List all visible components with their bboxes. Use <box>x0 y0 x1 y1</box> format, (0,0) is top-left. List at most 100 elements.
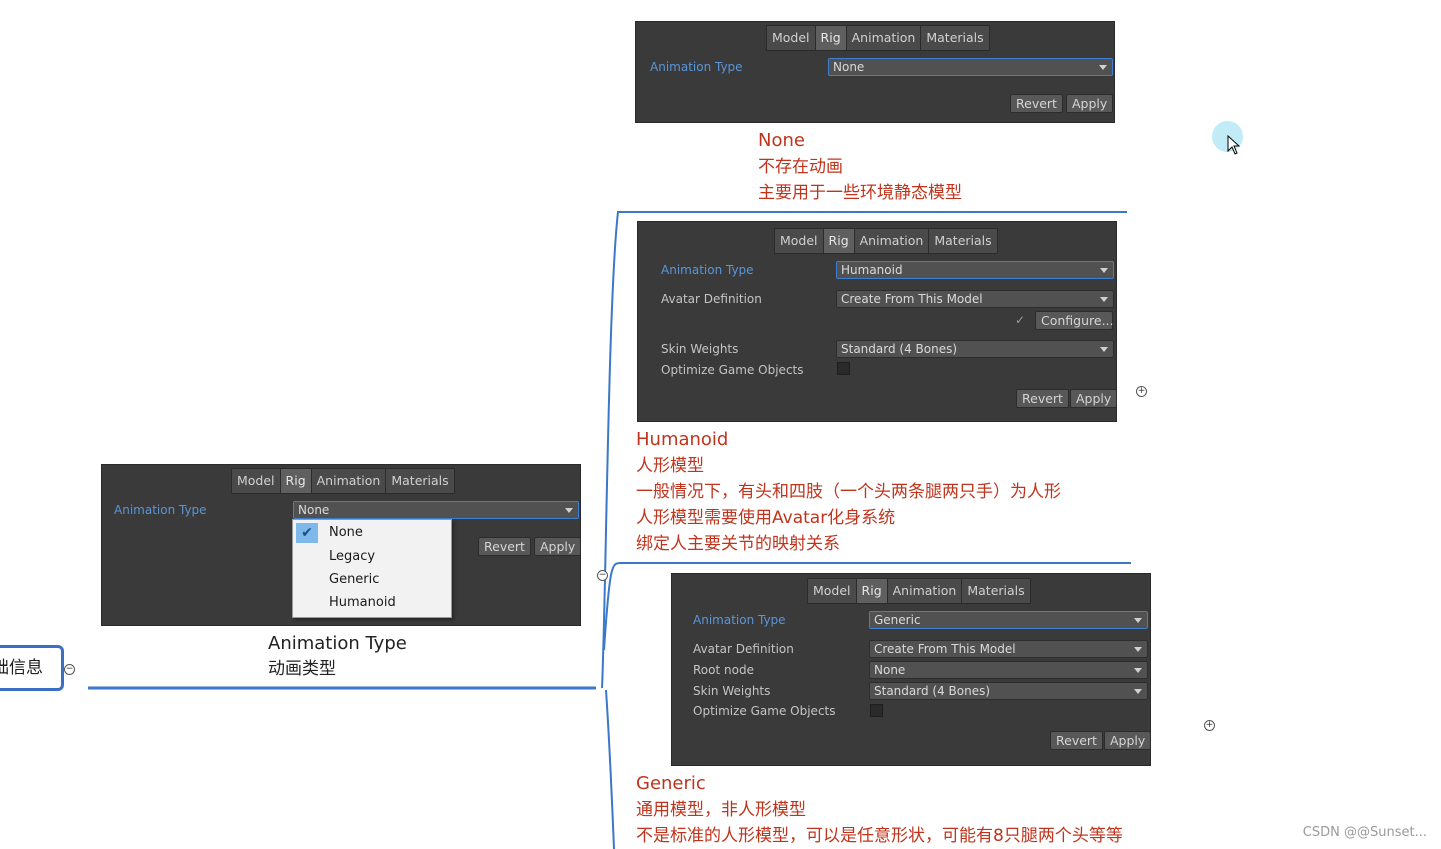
dropdown-value: Standard (4 Bones) <box>874 684 991 698</box>
menu-item-legacy[interactable]: Legacy <box>329 549 375 564</box>
animation-type-menu: ✔ None Legacy Generic Humanoid <box>292 519 452 618</box>
revert-button[interactable]: Revert <box>1010 94 1063 113</box>
tab-rig[interactable]: Rig <box>279 468 312 494</box>
rig-panel-humanoid: Model Rig Animation Materials Animation … <box>637 221 1118 422</box>
humanoid-note-title: Humanoid <box>636 429 729 450</box>
skin-weights-dropdown[interactable]: Standard (4 Bones) <box>836 340 1114 358</box>
optimize-game-objects-checkbox[interactable] <box>870 704 883 717</box>
animation-type-dropdown[interactable]: Humanoid <box>836 261 1114 279</box>
tab-materials[interactable]: Materials <box>961 578 1031 604</box>
humanoid-note-line: 人形模型 <box>636 456 704 476</box>
tab-rig[interactable]: Rig <box>814 25 847 51</box>
animation-type-label: Animation Type <box>661 263 754 277</box>
collapse-icon[interactable]: − <box>64 664 75 675</box>
expand-icon[interactable]: + <box>1204 720 1215 731</box>
chevron-down-icon <box>1099 65 1107 70</box>
expand-icon[interactable]: + <box>1136 386 1147 397</box>
dropdown-value: Humanoid <box>841 263 903 277</box>
chevron-down-icon <box>1134 647 1142 652</box>
generic-note-line: 通用模型，非人形模型 <box>636 800 806 820</box>
optimize-game-objects-checkbox[interactable] <box>837 362 850 375</box>
tab-rig[interactable]: Rig <box>822 228 855 254</box>
dropdown-value: None <box>874 663 906 677</box>
animation-type-label: Animation Type <box>114 503 207 517</box>
none-note-line: 不存在动画 <box>758 157 843 177</box>
humanoid-note-line: 人形模型需要使用Avatar化身系统 <box>636 508 896 528</box>
animation-type-dropdown[interactable]: None <box>828 58 1113 76</box>
dropdown-value: Generic <box>874 613 921 627</box>
tab-model[interactable]: Model <box>231 468 281 494</box>
mouse-cursor-icon <box>1227 135 1241 155</box>
menu-item-humanoid[interactable]: Humanoid <box>329 595 396 610</box>
watermark: CSDN @@Sunset... <box>1302 825 1427 840</box>
apply-button[interactable]: Apply <box>1070 389 1118 408</box>
tab-model[interactable]: Model <box>774 228 824 254</box>
tab-bar: Model Rig Animation Materials <box>807 578 1031 604</box>
check-icon: ✓ <box>1015 313 1026 327</box>
rig-panel-generic: Model Rig Animation Materials Animation … <box>671 573 1152 766</box>
tab-materials[interactable]: Materials <box>385 468 455 494</box>
dropdown-value: Create From This Model <box>841 292 983 306</box>
none-note-title: None <box>758 130 805 151</box>
dropdown-value: Standard (4 Bones) <box>841 342 958 356</box>
tab-model[interactable]: Model <box>807 578 857 604</box>
avatar-definition-dropdown[interactable]: Create From This Model <box>869 640 1148 658</box>
humanoid-note-line: 一般情况下，有头和四肢（一个头两条腿两只手）为人形 <box>636 482 1061 502</box>
chevron-down-icon <box>1134 618 1142 623</box>
tab-model[interactable]: Model <box>766 25 816 51</box>
tab-animation[interactable]: Animation <box>853 228 930 254</box>
apply-button[interactable]: Apply <box>1066 94 1114 113</box>
none-note-line: 主要用于一些环境静态模型 <box>758 183 962 203</box>
animation-type-dropdown[interactable]: Generic <box>869 611 1148 629</box>
tab-bar: Model Rig Animation Materials <box>766 25 990 51</box>
humanoid-note-line: 绑定人主要关节的映射关系 <box>636 534 840 554</box>
tab-animation[interactable]: Animation <box>310 468 387 494</box>
chevron-down-icon <box>1100 347 1108 352</box>
branch-title: Animation Type <box>268 633 407 654</box>
revert-button[interactable]: Revert <box>478 537 531 556</box>
tab-rig[interactable]: Rig <box>855 578 888 604</box>
tab-materials[interactable]: Materials <box>928 228 998 254</box>
revert-button[interactable]: Revert <box>1016 389 1069 408</box>
optimize-game-objects-label: Optimize Game Objects <box>693 704 836 718</box>
dropdown-value: None <box>298 503 330 517</box>
skin-weights-dropdown[interactable]: Standard (4 Bones) <box>869 682 1148 700</box>
dropdown-value: None <box>833 60 865 74</box>
generic-note-line: 不是标准的人形模型，可以是任意形状，可能有8只腿两个头等等 <box>636 826 1123 846</box>
optimize-game-objects-label: Optimize Game Objects <box>661 363 804 377</box>
configure-button[interactable]: Configure... <box>1035 311 1114 330</box>
collapse-icon[interactable]: − <box>597 570 608 581</box>
trunk-line-generic <box>605 689 615 849</box>
branch-subtitle: 动画类型 <box>268 659 336 679</box>
apply-button[interactable]: Apply <box>1104 731 1152 750</box>
dropdown-value: Create From This Model <box>874 642 1016 656</box>
chevron-down-icon <box>1134 689 1142 694</box>
chevron-down-icon <box>1100 268 1108 273</box>
menu-item-generic[interactable]: Generic <box>329 572 379 587</box>
avatar-definition-label: Avatar Definition <box>661 292 762 306</box>
avatar-definition-label: Avatar Definition <box>693 642 794 656</box>
skin-weights-label: Skin Weights <box>661 342 739 356</box>
revert-button[interactable]: Revert <box>1050 731 1103 750</box>
root-node[interactable]: 础信息 <box>0 645 64 691</box>
tab-animation[interactable]: Animation <box>845 25 922 51</box>
tab-animation[interactable]: Animation <box>886 578 963 604</box>
animation-type-label: Animation Type <box>693 613 786 627</box>
chevron-down-icon <box>565 508 573 513</box>
rig-panel-none: Model Rig Animation Materials Animation … <box>635 21 1115 123</box>
tab-bar: Model Rig Animation Materials <box>774 228 998 254</box>
animation-type-dropdown[interactable]: None <box>293 501 579 519</box>
apply-button[interactable]: Apply <box>534 537 582 556</box>
check-icon: ✔ <box>296 523 318 543</box>
generic-note-title: Generic <box>636 773 706 794</box>
avatar-definition-dropdown[interactable]: Create From This Model <box>836 290 1114 308</box>
animation-type-label: Animation Type <box>650 60 743 74</box>
tab-materials[interactable]: Materials <box>920 25 990 51</box>
skin-weights-label: Skin Weights <box>693 684 771 698</box>
root-node-dropdown[interactable]: None <box>869 661 1148 679</box>
chevron-down-icon <box>1134 668 1142 673</box>
root-node-label: Root node <box>693 663 754 677</box>
tab-bar: Model Rig Animation Materials <box>231 468 455 494</box>
chevron-down-icon <box>1100 297 1108 302</box>
menu-item-none[interactable]: None <box>329 525 363 540</box>
